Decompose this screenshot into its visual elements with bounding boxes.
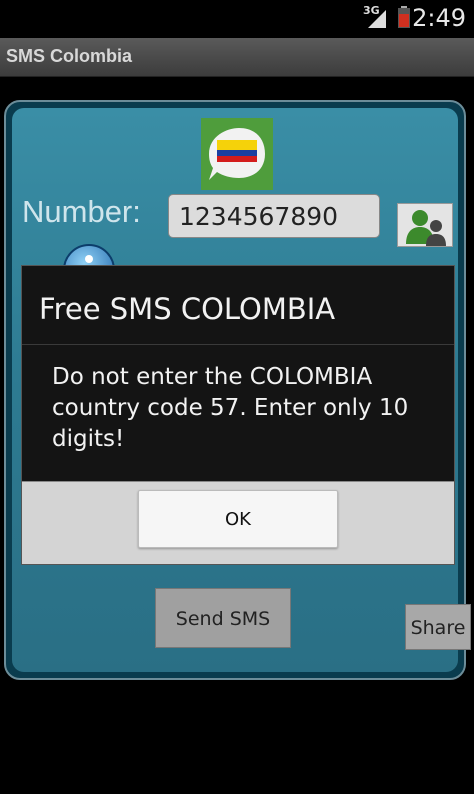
title-bar: SMS Colombia — [0, 38, 474, 77]
dialog-title: Free SMS COLOMBIA — [39, 292, 336, 326]
alert-dialog: Free SMS COLOMBIA Do not enter the COLOM… — [21, 265, 455, 565]
send-sms-button[interactable]: Send SMS — [155, 588, 291, 648]
share-button[interactable]: Share — [405, 604, 471, 650]
dialog-message: Do not enter the COLOMBIA country code 5… — [52, 364, 409, 452]
dialog-divider — [22, 344, 454, 345]
contacts-button[interactable] — [397, 203, 453, 247]
clock: 2:49 — [412, 4, 466, 32]
ok-button[interactable]: OK — [138, 490, 338, 548]
app-title: SMS Colombia — [6, 46, 133, 66]
signal-icon — [368, 10, 386, 28]
colombia-sms-logo-icon — [201, 118, 273, 190]
number-label: Number: — [22, 194, 141, 229]
contacts-icon — [406, 210, 446, 246]
dialog-button-bar: OK — [22, 481, 454, 564]
phone-number-input[interactable]: 1234567890 — [168, 194, 380, 238]
app-logo — [201, 118, 273, 190]
status-bar: 3G 2:49 — [0, 0, 474, 38]
battery-icon — [398, 6, 410, 28]
